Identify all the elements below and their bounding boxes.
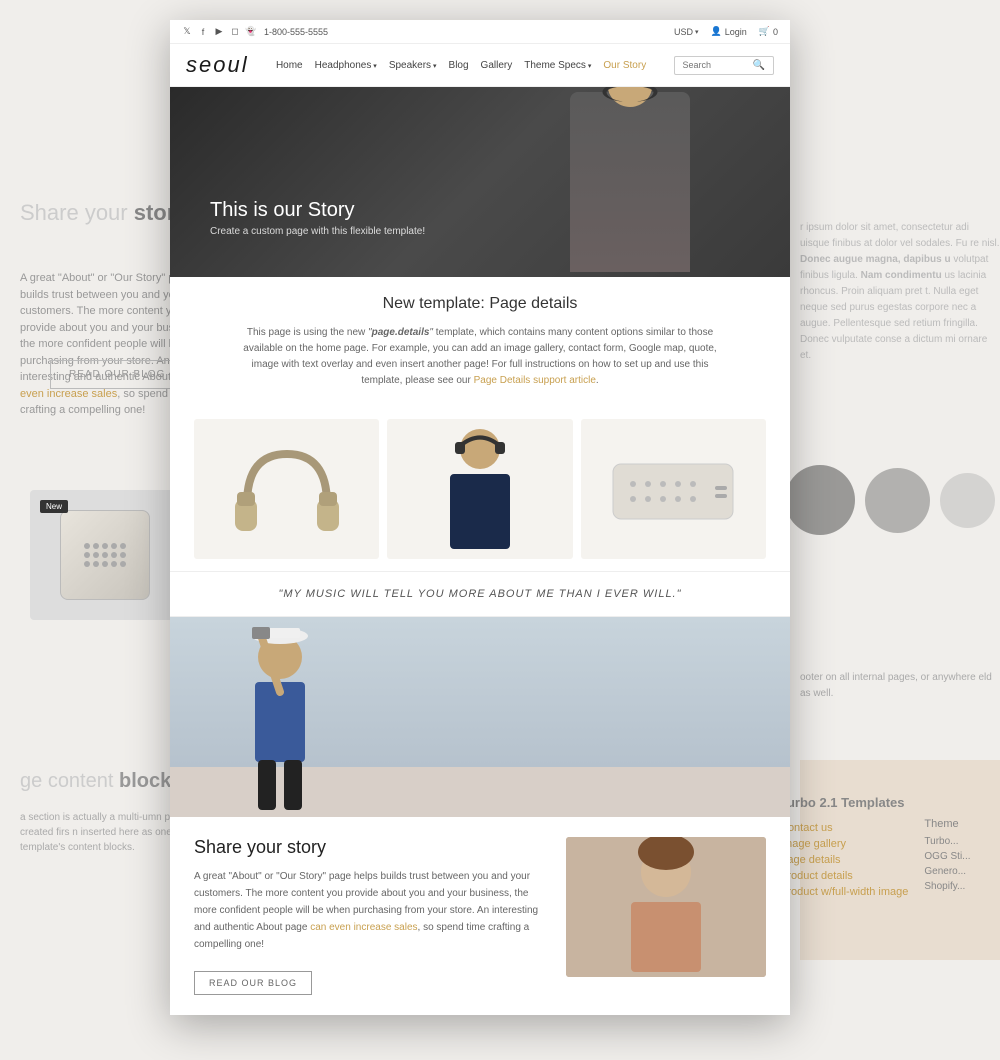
template-title: New template: Page details	[194, 295, 766, 313]
share-text-col: Share your story A great "About" or "Our…	[194, 837, 546, 995]
turbo-templates-title: Turbo 2.1 Templates	[780, 795, 990, 810]
turbo-link-contact[interactable]: Contact us	[780, 822, 908, 834]
nav-home[interactable]: Home	[276, 60, 303, 71]
login-link[interactable]: 👤 Login	[711, 26, 747, 37]
hero-person-shape	[570, 92, 690, 272]
nav-theme-specs[interactable]: Theme Specs	[524, 60, 591, 71]
turbo-link-page[interactable]: Page details	[780, 854, 908, 866]
hero-person	[550, 87, 710, 277]
site-logo[interactable]: seoul	[186, 52, 249, 78]
product-speaker-img	[581, 419, 766, 559]
turbo-link-product[interactable]: Product details	[780, 870, 908, 882]
share-section: Share your story A great "About" or "Our…	[170, 817, 790, 1015]
hero-subtitle: Create a custom page with this flexible …	[210, 226, 425, 237]
share-person-svg	[566, 837, 766, 977]
nav-gallery[interactable]: Gallery	[481, 60, 513, 71]
headphone-left	[785, 465, 855, 535]
bg-read-blog-btn: READ OUR BLOG	[50, 360, 184, 389]
share-link[interactable]: can even increase sales	[310, 922, 417, 933]
product-headphone-img	[194, 419, 379, 559]
template-notice: New template: Page details This page is …	[170, 277, 790, 407]
main-content: New template: Page details This page is …	[170, 277, 790, 1015]
bg-right-text: r ipsum dolor sit amet, consectetur adi …	[800, 220, 1000, 364]
new-badge: New	[40, 500, 68, 513]
search-box[interactable]: 🔍	[674, 56, 774, 75]
youtube-icon[interactable]: ▶	[214, 27, 224, 37]
headphone-svg	[227, 434, 347, 544]
cart-icon[interactable]: 🛒 0	[759, 26, 778, 37]
search-icon[interactable]: 🔍	[753, 60, 765, 71]
bg-left-heading: Share your story	[20, 200, 188, 226]
quote-section: "MY MUSIC WILL TELL YOU MORE ABOUT ME TH…	[170, 571, 790, 617]
nav-links: Home Headphones Speakers Blog Gallery Th…	[276, 60, 646, 71]
story-section	[170, 617, 790, 817]
twitter-icon[interactable]: 𝕏	[182, 27, 192, 37]
nav-our-story[interactable]: Our Story	[603, 60, 646, 71]
hero-title: This is our Story	[210, 199, 425, 222]
social-icons: 𝕏 f ▶ ◻ 👻	[182, 27, 256, 37]
browser-window: 𝕏 f ▶ ◻ 👻 1-800-555-5555 USD ▾ 👤 Login 🛒…	[170, 20, 790, 1015]
nav-bar: seoul Home Headphones Speakers Blog Gall…	[170, 44, 790, 87]
person-svg	[430, 424, 530, 554]
template-desc: This page is using the new "page.details…	[240, 325, 720, 389]
top-bar-right: USD ▾ 👤 Login 🛒 0	[674, 26, 778, 37]
top-bar: 𝕏 f ▶ ◻ 👻 1-800-555-5555 USD ▾ 👤 Login 🛒…	[170, 20, 790, 44]
share-img-col	[566, 837, 766, 977]
facebook-icon[interactable]: f	[198, 27, 208, 37]
product-gallery	[170, 407, 790, 571]
search-input[interactable]	[683, 60, 753, 70]
bg-content-block-heading: ge content block	[20, 770, 171, 793]
share-desc: A great "About" or "Our Story" page help…	[194, 868, 546, 953]
nav-headphones[interactable]: Headphones	[315, 60, 377, 71]
turbo-templates-section: Turbo 2.1 Templates Contact us Image gal…	[780, 795, 990, 902]
bg-right-headphones	[780, 440, 1000, 560]
headphone-mid	[865, 468, 930, 533]
template-link[interactable]: Page Details support article	[474, 375, 596, 386]
hero-text: This is our Story Create a custom page w…	[210, 199, 425, 237]
share-title: Share your story	[194, 837, 546, 858]
headphone-right	[940, 473, 995, 528]
read-blog-button[interactable]: READ OUR BLOG	[194, 971, 312, 995]
nav-blog[interactable]: Blog	[449, 60, 469, 71]
nav-speakers[interactable]: Speakers	[389, 60, 437, 71]
turbo-link-gallery[interactable]: Image gallery	[780, 838, 908, 850]
quote-text: "MY MUSIC WILL TELL YOU MORE ABOUT ME TH…	[194, 588, 766, 600]
hero-headphones	[603, 87, 658, 102]
story-person-svg	[230, 622, 330, 817]
turbo-link-product-wide[interactable]: Product w/full-width image	[780, 886, 908, 898]
speaker-grill	[84, 543, 126, 567]
product-person-img	[387, 419, 572, 559]
snapchat-icon[interactable]: 👻	[246, 27, 256, 37]
hero-section: This is our Story Create a custom page w…	[170, 87, 790, 277]
speaker-svg	[603, 444, 743, 534]
speaker-shape	[60, 510, 150, 600]
instagram-icon[interactable]: ◻	[230, 27, 240, 37]
story-person	[230, 622, 330, 817]
bg-footer-text: ooter on all internal pages, or anywhere…	[800, 670, 1000, 702]
phone-number: 1-800-555-5555	[264, 27, 328, 37]
bg-speaker-image: New	[30, 490, 180, 620]
currency-selector[interactable]: USD ▾	[674, 27, 699, 37]
